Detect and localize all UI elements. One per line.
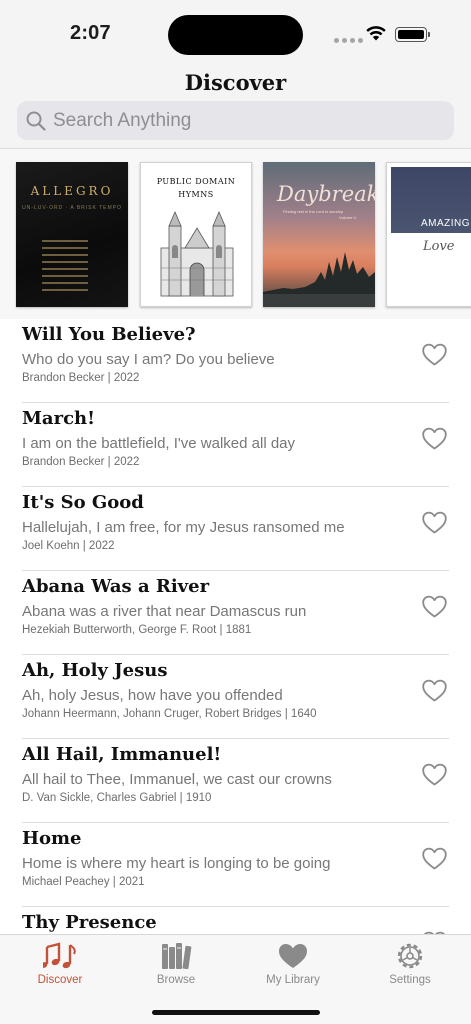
search-bar[interactable] — [17, 101, 454, 140]
song-credits: Brandon Becker | 2022 — [22, 372, 140, 384]
status-bar: 2:07 — [0, 0, 471, 68]
battery-icon — [395, 27, 430, 42]
favorite-heart-icon[interactable] — [422, 847, 447, 870]
album-cover-allegro[interactable]: ALLEGRO UN-LUV-ORD · A BRISK TEMPO — [16, 162, 128, 307]
song-title: Abana Was a River — [22, 576, 210, 597]
song-credits: D. Van Sickle, Charles Gabriel | 1910 — [22, 792, 212, 804]
cathedral-illustration-icon — [160, 210, 234, 297]
search-icon — [26, 111, 46, 131]
tab-my-library[interactable]: My Library — [243, 941, 343, 993]
song-title: All Hail, Immanuel! — [22, 744, 222, 765]
song-first-line: Abana was a river that near Damascus run — [22, 603, 307, 620]
song-row[interactable]: March! I am on the battlefield, I've wal… — [0, 403, 471, 487]
tab-label: Browse — [156, 974, 196, 986]
song-first-line: Who do you say I am? Do you believe — [22, 351, 275, 368]
search-input[interactable] — [53, 109, 433, 132]
favorite-heart-icon[interactable] — [422, 763, 447, 786]
song-credits: Joel Koehn | 2022 — [22, 540, 115, 552]
cover-title: Daybreak — [277, 182, 375, 206]
favorite-heart-icon[interactable] — [422, 679, 447, 702]
treeline-silhouette-icon — [263, 252, 375, 307]
song-first-line: Hallelujah, I am free, for my Jesus rans… — [22, 519, 345, 536]
song-credits: Johann Heermann, Johann Cruger, Robert B… — [22, 708, 317, 720]
album-cover-daybreak[interactable]: Daybreak Finding rest in the Lord in wor… — [263, 162, 375, 307]
featured-carousel[interactable]: ALLEGRO UN-LUV-ORD · A BRISK TEMPO Publi… — [0, 149, 471, 319]
song-row[interactable]: Ah, Holy Jesus Ah, holy Jesus, how have … — [0, 655, 471, 739]
cellular-signal-icon — [334, 38, 363, 43]
song-title: Ah, Holy Jesus — [22, 660, 168, 681]
tab-label: Settings — [389, 974, 431, 986]
heart-icon — [279, 944, 307, 968]
song-title: March! — [22, 408, 96, 429]
favorite-heart-icon[interactable] — [422, 427, 447, 450]
song-first-line: All hail to Thee, Immanuel, we cast our … — [22, 771, 332, 788]
song-row[interactable]: Home Home is where my heart is longing t… — [0, 823, 471, 907]
cover-title: ALLEGRO — [30, 184, 114, 198]
tab-discover[interactable]: Discover — [10, 941, 110, 993]
album-cover-public-domain-hymns[interactable]: Public Domain Hymns — [140, 162, 252, 307]
cover-title-line2: Hymns — [178, 190, 214, 199]
song-row[interactable]: Abana Was a River Abana was a river that… — [0, 571, 471, 655]
cover-subtitle: Love — [423, 239, 455, 254]
song-title: It's So Good — [22, 492, 144, 513]
page-title: Discover — [184, 70, 287, 95]
song-first-line: Home is where my heart is longing to be … — [22, 855, 331, 872]
song-credits: Brandon Becker | 2022 — [22, 456, 140, 468]
cover-subtitle: Finding rest in the Lord in worship — [283, 209, 344, 214]
song-credits: Hezekiah Butterworth, George F. Root | 1… — [22, 624, 252, 636]
tab-label: Discover — [37, 974, 83, 986]
tab-label: My Library — [266, 974, 320, 986]
song-row[interactable]: Will You Believe? Who do you say I am? D… — [0, 319, 471, 403]
song-list[interactable]: Will You Believe? Who do you say I am? D… — [0, 319, 471, 934]
song-title: Will You Believe? — [22, 324, 196, 345]
dynamic-island — [168, 15, 303, 55]
song-first-line: I am on the battlefield, I've walked all… — [22, 435, 296, 452]
cover-tracklist-decoration — [42, 240, 88, 296]
song-credits: Michael Peachey | 2021 — [22, 876, 145, 888]
tab-browse[interactable]: Browse — [126, 941, 226, 993]
song-title: Home — [22, 828, 82, 849]
favorite-heart-icon[interactable] — [422, 595, 447, 618]
album-cover-amazing-love[interactable]: AMAZING Love — [386, 162, 471, 307]
cover-subtitle: UN-LUV-ORD · A BRISK TEMPO — [22, 205, 122, 211]
song-row[interactable]: Thy Presence — [0, 907, 471, 934]
song-first-line: Ah, holy Jesus, how have you offended — [22, 687, 283, 704]
favorite-heart-icon[interactable] — [422, 343, 447, 366]
song-title: Thy Presence — [22, 912, 157, 933]
wifi-icon — [366, 26, 386, 41]
favorite-heart-icon[interactable] — [422, 511, 447, 534]
tab-settings[interactable]: Settings — [360, 941, 460, 993]
cover-volume: Volume II — [339, 215, 356, 220]
gear-icon — [397, 943, 423, 969]
song-row[interactable]: All Hail, Immanuel! All hail to Thee, Im… — [0, 739, 471, 823]
song-row[interactable]: It's So Good Hallelujah, I am free, for … — [0, 487, 471, 571]
music-notes-icon — [43, 942, 76, 969]
books-icon — [162, 943, 192, 970]
home-indicator[interactable] — [152, 1010, 320, 1015]
cover-title: AMAZING — [421, 218, 471, 229]
cover-title-line1: Public Domain — [156, 177, 236, 186]
status-time: 2:07 — [70, 22, 111, 44]
